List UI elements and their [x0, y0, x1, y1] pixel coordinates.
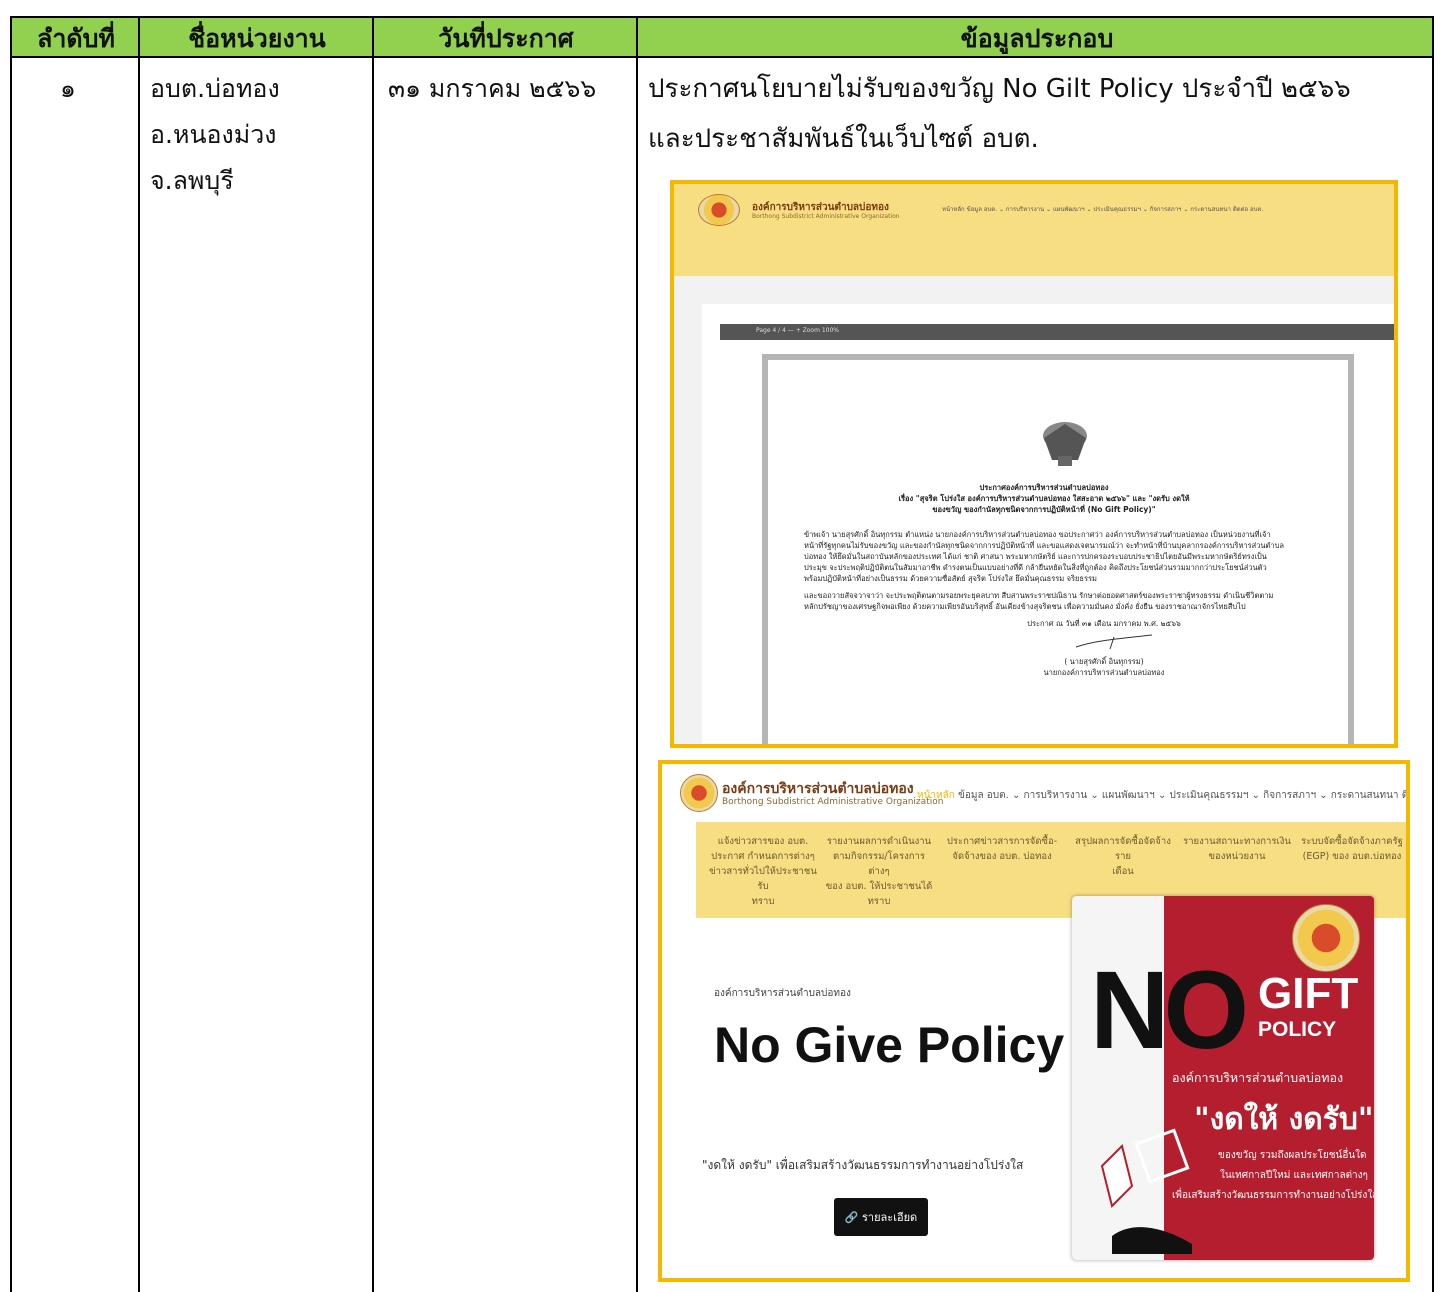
quick-menu-item[interactable]: แจ้งข่าวสารของ อบต. ประกาศ กำหนดการต่างๆข… [708, 834, 818, 909]
header-date: วันที่ประกาศ [438, 24, 574, 53]
col-border [372, 16, 374, 1292]
poster-gift: GIFT [1258, 969, 1359, 1018]
doc-paragraph: และขอถวายสัจจวาจาว่า จะประพฤติตนตามรอยพร… [804, 591, 1274, 611]
poster-line: ในเทศกาลปีใหม่ และเทศกาลต่างๆ [1220, 1170, 1368, 1181]
poster-policy: POLICY [1258, 1018, 1337, 1041]
doc-signer: ( นายสุรศักดิ์ อินทุกรรม) [1064, 657, 1144, 666]
col-border [636, 16, 638, 1292]
doc-heading: ประกาศองค์การบริหารส่วนตำบลบ่อทอง [979, 483, 1109, 492]
hero-org-name: องค์การบริหารส่วนตำบลบ่อทอง [714, 988, 851, 999]
poster-line: ของขวัญ รวมถึงผลประโยชน์อื่นใด [1218, 1150, 1367, 1161]
website-screenshot-announcement: องค์การบริหารส่วนตำบลบ่อทอง Borthong Sub… [670, 180, 1398, 748]
quick-menu-item[interactable]: ระบบจัดซื้อจัดจ้างภาครัฐ (EGP) ของ อบต.บ่… [1294, 834, 1406, 864]
hero-slogan: "งดให้ งดรับ" เพื่อเสริมสร้างวัฒนธรรมการ… [702, 1158, 1024, 1172]
header-details: ข้อมูลประกอบ [960, 24, 1114, 53]
poster-org: องค์การบริหารส่วนตำบลบ่อทอง [1172, 1070, 1344, 1085]
hero-headline: No Give Policy [714, 1017, 1065, 1073]
poster-logo [1292, 904, 1360, 972]
doc-position: นายกองค์การบริหารส่วนตำบลบ่อทอง [1043, 668, 1165, 677]
details-line: และประชาสัมพันธ์ในเว็บไซต์ อบต. [648, 124, 1039, 154]
doc-subject: ของขวัญ ของกำนัลทุกชนิดจากการปฏิบัติหน้า… [932, 505, 1156, 514]
pdf-toolbar: Page 4 / 4 — + Zoom 100% [720, 324, 1394, 340]
header-agency: ชื่อหน่วยงาน [188, 24, 326, 53]
site-header [674, 184, 1394, 276]
quick-menu-item[interactable]: รายงานผลการดำเนินงาน ตามกิจกรรม/โครงการต่… [824, 834, 934, 909]
org-logo [680, 774, 718, 812]
agency-line: จ.ลพบุรี [150, 166, 234, 195]
quick-menu-item[interactable]: ประกาศข่าวสารการจัดซื้อ- จัดจ้างของ อบต. … [942, 834, 1062, 864]
site-nav: หน้าหลัก ข้อมูล อบต. ⌄ การบริหารงาน ⌄ แผ… [942, 206, 1264, 213]
poster-slogan: "งดให้ งดรับ" [1194, 1102, 1374, 1137]
site-subtitle: Borthong Subdistrict Administrative Orga… [722, 797, 944, 807]
details-button[interactable]: 🔗 รายละเอียด [834, 1198, 928, 1236]
agency-line: อบต.บ่อทอง [150, 74, 280, 103]
col-border [10, 16, 12, 1292]
doc-subject: เรื่อง "สุจริต โปร่งใส องค์การบริหารส่วน… [898, 494, 1190, 503]
announcement-document: ประกาศองค์การบริหารส่วนตำบลบ่อทอง เรื่อง… [764, 482, 1324, 678]
poster-no: NO [1090, 949, 1249, 1072]
doc-announce-date: ประกาศ ณ วันที่ ๓๑ เดือน มกราคม พ.ศ. ๒๕๖… [1027, 619, 1181, 628]
site-nav: หน้าหลัก ข้อมูล อบต. ⌄ การบริหารงาน ⌄ แผ… [917, 788, 1406, 803]
signature-icon [1075, 634, 1153, 650]
doc-frame-top [762, 354, 1354, 360]
agency-line: อ.หนองม่วง [150, 120, 277, 149]
website-screenshot-homepage: องค์การบริหารส่วนตำบลบ่อทอง Borthong Sub… [658, 760, 1410, 1282]
nav-home[interactable]: หน้าหลัก [917, 790, 955, 801]
row-number: ๑ [60, 74, 76, 103]
quick-menu-item[interactable]: สรุปผลการจัดซื้อจัดจ้างราย เดือน [1068, 834, 1178, 879]
org-logo [698, 194, 740, 226]
doc-frame-right [1348, 354, 1354, 744]
doc-paragraph: ข้าพเจ้า นายสุรศักดิ์ อินทุกรรม ตำแหน่ง … [804, 530, 1284, 583]
table-header: ลำดับที่ ชื่อหน่วยงาน วันที่ประกาศ ข้อมู… [10, 16, 1434, 58]
row-border [10, 56, 1434, 58]
site-subtitle: Borthong Subdistrict Administrative Orga… [752, 213, 900, 220]
details-line: ประกาศนโยบายไม่รับของขวัญ No Gilt Policy… [648, 74, 1351, 104]
announce-date: ๓๑ มกราคม ๒๕๖๖ [388, 74, 597, 103]
nav-items[interactable]: ข้อมูล อบต. ⌄ การบริหารงาน ⌄ แผนพัฒนาฯ ⌄… [958, 790, 1406, 801]
pdf-toolbar-text: Page 4 / 4 — + Zoom 100% [756, 327, 840, 334]
quick-menu-item[interactable]: รายงานสถานะทางการเงิน ของหน่วยงาน [1182, 834, 1292, 864]
col-border [138, 16, 140, 1292]
poster-line: เพื่อเสริมสร้างวัฒนธรรมการทำงานอย่างโปร่… [1172, 1190, 1374, 1201]
header-order: ลำดับที่ [37, 24, 115, 53]
garuda-emblem-icon [1043, 422, 1087, 466]
no-gift-policy-poster: NO GIFT POLICY องค์การบริหารส่วนตำบลบ่อท… [1072, 896, 1374, 1260]
col-border [1432, 16, 1434, 1292]
gift-hand-icon [1100, 1128, 1192, 1254]
